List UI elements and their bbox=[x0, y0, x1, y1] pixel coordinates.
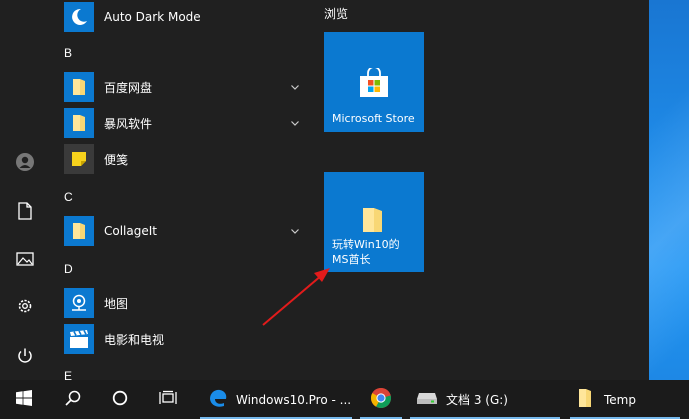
start-button[interactable] bbox=[0, 380, 48, 419]
taskbar: Windows10.Pro - ... 文档 3 (G:) Temp bbox=[0, 380, 689, 419]
cortana-button[interactable] bbox=[102, 380, 138, 419]
user-account-button[interactable] bbox=[9, 146, 41, 178]
windows-logo-icon bbox=[16, 390, 32, 409]
tile-label-line-1: 玩转Win10的 bbox=[332, 238, 400, 251]
tile-ms-chieftain-folder[interactable]: 玩转Win10的 MS酋长 bbox=[324, 172, 424, 272]
letter-header-e[interactable]: E bbox=[64, 369, 72, 380]
edge-icon bbox=[208, 388, 228, 411]
chrome-icon bbox=[370, 387, 392, 412]
app-item-baofeng[interactable]: 暴风软件 bbox=[64, 106, 306, 140]
folder-icon bbox=[578, 388, 592, 411]
search-button[interactable] bbox=[56, 380, 90, 419]
taskbar-app-label: Windows10.Pro - ... bbox=[236, 392, 352, 407]
tile-microsoft-store[interactable]: Microsoft Store bbox=[324, 32, 424, 132]
moon-icon bbox=[64, 2, 94, 32]
app-label: 电影和电视 bbox=[104, 332, 165, 347]
pictures-button[interactable] bbox=[9, 243, 41, 275]
app-label: CollageIt bbox=[104, 224, 157, 238]
letter-header-b[interactable]: B bbox=[64, 46, 72, 60]
app-label: Auto Dark Mode bbox=[104, 10, 201, 24]
folder-icon bbox=[362, 207, 384, 236]
drive-icon bbox=[416, 391, 438, 408]
cortana-icon bbox=[112, 390, 128, 409]
maps-icon bbox=[64, 288, 94, 318]
desktop-background bbox=[649, 0, 689, 380]
app-item-collageit[interactable]: CollageIt bbox=[64, 214, 306, 248]
app-item-sticky-notes[interactable]: 便笺 bbox=[64, 142, 306, 176]
task-view-button[interactable] bbox=[150, 380, 186, 419]
app-list: Auto Dark Mode B 百度网盘 暴风软件 便笺 C CollageI… bbox=[56, 0, 306, 380]
letter-header-c[interactable]: C bbox=[64, 190, 73, 204]
taskbar-app-drive[interactable]: 文档 3 (G:) bbox=[410, 380, 560, 419]
settings-button[interactable] bbox=[9, 290, 41, 322]
folder-icon bbox=[64, 216, 94, 246]
app-label: 地图 bbox=[104, 296, 129, 311]
app-item-auto-dark-mode[interactable]: Auto Dark Mode bbox=[64, 0, 306, 34]
store-icon bbox=[358, 66, 390, 101]
app-item-movies-tv[interactable]: 电影和电视 bbox=[64, 322, 306, 356]
taskbar-app-edge[interactable]: Windows10.Pro - ... bbox=[200, 380, 352, 419]
tile-label: 玩转Win10的 MS酋长 bbox=[332, 237, 400, 267]
task-view-icon bbox=[159, 390, 177, 409]
start-rail bbox=[0, 0, 50, 380]
taskbar-app-chrome[interactable] bbox=[360, 380, 402, 419]
document-icon bbox=[17, 202, 33, 220]
chevron-down-icon[interactable] bbox=[290, 118, 300, 128]
app-label: 暴风软件 bbox=[104, 116, 153, 131]
app-item-maps[interactable]: 地图 bbox=[64, 286, 306, 320]
chevron-down-icon[interactable] bbox=[290, 226, 300, 236]
search-icon bbox=[65, 390, 81, 409]
chevron-down-icon[interactable] bbox=[290, 82, 300, 92]
app-item-baidu-netdisk[interactable]: 百度网盘 bbox=[64, 70, 306, 104]
letter-header-d[interactable]: D bbox=[64, 262, 73, 276]
pictures-icon bbox=[16, 251, 34, 267]
settings-icon bbox=[16, 297, 34, 315]
folder-icon bbox=[64, 108, 94, 138]
taskbar-app-temp-folder[interactable]: Temp bbox=[570, 380, 680, 419]
power-button[interactable] bbox=[9, 340, 41, 372]
tile-label-line-2: MS酋长 bbox=[332, 253, 371, 266]
documents-button[interactable] bbox=[9, 195, 41, 227]
tile-label: Microsoft Store bbox=[332, 112, 415, 125]
taskbar-app-label: 文档 3 (G:) bbox=[446, 393, 508, 407]
app-label: 百度网盘 bbox=[104, 80, 153, 95]
folder-icon bbox=[64, 72, 94, 102]
app-label: 便笺 bbox=[104, 152, 129, 167]
user-icon bbox=[15, 152, 35, 172]
tile-group-title[interactable]: 浏览 bbox=[324, 5, 348, 22]
sticky-note-icon bbox=[64, 144, 94, 174]
taskbar-app-label: Temp bbox=[604, 392, 636, 407]
power-icon bbox=[16, 347, 34, 365]
movies-icon bbox=[64, 324, 94, 354]
start-menu: Auto Dark Mode B 百度网盘 暴风软件 便笺 C CollageI… bbox=[0, 0, 649, 380]
